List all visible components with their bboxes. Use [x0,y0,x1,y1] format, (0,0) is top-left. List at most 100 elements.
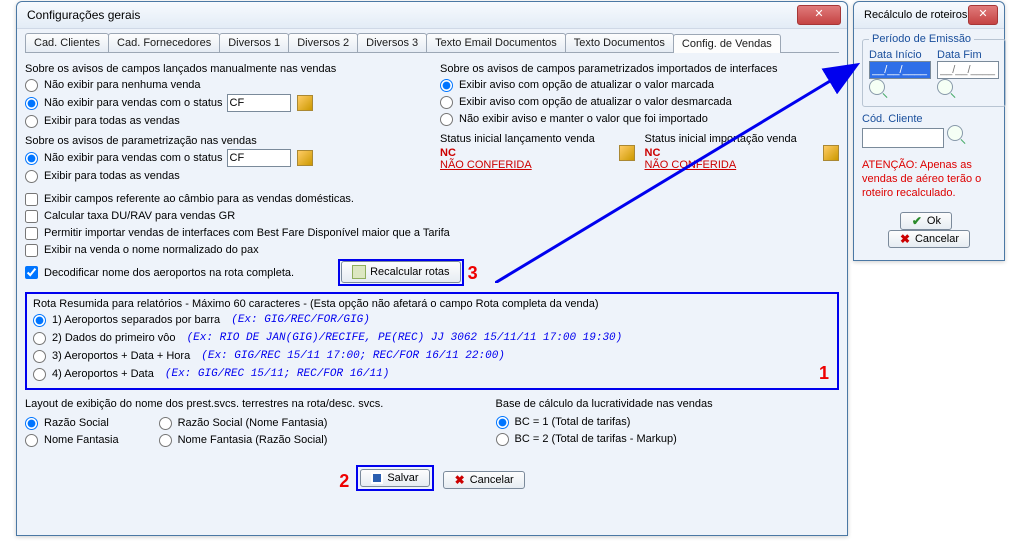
status-title: Status inicial lançamento venda [440,133,635,145]
tabs: Cad. Clientes Cad. Fornecedores Diversos… [25,33,839,53]
date-end-input[interactable] [937,61,999,79]
main-titlebar: Configurações gerais ✕ [17,2,847,29]
radio-base-1[interactable] [496,416,509,429]
close-icon[interactable]: ✕ [797,5,841,25]
edit-icon[interactable] [619,145,635,161]
refresh-icon [352,265,366,279]
date-start-input[interactable] [869,61,931,79]
annotation-2: 2 [339,471,349,491]
radio-base-2[interactable] [496,433,509,446]
search-icon[interactable] [937,79,953,95]
dialog-warning: ATENÇÃO: Apenas as vendas de aéreo terão… [862,158,996,200]
layout-opt-label: Nome Fantasia (Razão Social) [178,432,328,448]
radio-avisos-param-1[interactable] [25,152,38,165]
chk-label: Permitir importar vendas de interfaces c… [44,225,450,241]
radio-rota-2[interactable] [33,332,46,345]
cancel-label: Cancelar [470,474,514,486]
dialog-title: Recálculo de roteiros [864,9,968,21]
chk-label: Exibir campos referente ao câmbio para a… [44,191,354,207]
cancel-button[interactable]: ✖ Cancelar [443,471,525,489]
edit-icon[interactable] [297,95,313,111]
tab-config-vendas[interactable]: Config. de Vendas [673,34,781,53]
radio-interface-2[interactable] [440,96,453,109]
tab-diversos1[interactable]: Diversos 1 [219,33,289,52]
recalc-button[interactable]: Recalcular rotas [341,261,460,283]
avisos-manuais-title: Sobre os avisos de campos lançados manua… [25,63,424,75]
tab-email-docs[interactable]: Texto Email Documentos [426,33,566,52]
radio-avisos-manuais-1[interactable] [25,79,38,92]
status-title: Status inicial importação venda [645,133,840,145]
chk-pax-nome[interactable] [25,244,38,257]
status-importacao: Status inicial importação venda NC NÃO C… [645,133,840,171]
radio-label: Exibir para todas as vendas [44,168,180,184]
dialog-cancel-button[interactable]: ✖ Cancelar [888,230,970,248]
tab-diversos2[interactable]: Diversos 2 [288,33,358,52]
status-lancamento: Status inicial lançamento venda NC NÃO C… [440,133,635,171]
close-icon[interactable]: ✕ [968,5,998,25]
radio-label: Não exibir para vendas com o status [44,150,223,166]
highlight-3: Recalcular rotas [338,259,463,286]
rota-opt1-ex: (Ex: GIG/REC/FOR/GIG) [231,312,370,328]
radio-layout-1[interactable] [25,417,38,430]
tab-cad-clientes[interactable]: Cad. Clientes [25,33,109,52]
rota-opt2: 2) Dados do primeiro vôo [52,330,176,346]
periodo-fieldset: Período de Emissão Data Início Data Fim [862,33,1006,107]
search-icon[interactable] [869,79,885,95]
tab-texto-docs[interactable]: Texto Documentos [565,33,674,52]
status-code: NC [440,147,456,159]
radio-label: Não exibir aviso e manter o valor que fo… [459,111,708,127]
date-end-label: Data Fim [937,49,999,61]
edit-icon[interactable] [297,150,313,166]
status-input-2[interactable] [227,149,291,167]
rota-opt2-ex: (Ex: RIO DE JAN(GIG)/RECIFE, PE(REC) JJ … [187,330,623,346]
annotation-1: 1 [819,363,829,384]
tab-cad-fornecedores[interactable]: Cad. Fornecedores [108,33,220,52]
radio-avisos-manuais-3[interactable] [25,115,38,128]
chk-du-rav[interactable] [25,210,38,223]
base-title: Base de cálculo da lucratividade nas ven… [496,398,839,410]
rota-opt1: 1) Aeroportos separados por barra [52,312,220,328]
radio-layout-3[interactable] [159,417,172,430]
radio-rota-1[interactable] [33,314,46,327]
main-title: Configurações gerais [27,8,797,22]
radio-rota-3[interactable] [33,350,46,363]
radio-layout-4[interactable] [159,434,172,447]
ok-label: Ok [927,215,941,227]
status-input-1[interactable] [227,94,291,112]
edit-icon[interactable] [823,145,839,161]
avisos-param-title: Sobre os avisos de parametrização nas ve… [25,135,424,147]
rota-section: Rota Resumida para relatórios - Máximo 6… [25,292,839,390]
search-icon[interactable] [947,125,963,141]
radio-avisos-param-2[interactable] [25,170,38,183]
highlight-2: Salvar [356,465,433,491]
tab-diversos3[interactable]: Diversos 3 [357,33,427,52]
avisos-interface-title: Sobre os avisos de campos parametrizados… [440,63,839,75]
radio-avisos-manuais-2[interactable] [25,97,38,110]
radio-layout-2[interactable] [25,434,38,447]
radio-rota-4[interactable] [33,368,46,381]
layout-opt-label: Razão Social [44,415,109,431]
layout-opt-label: Razão Social (Nome Fantasia) [178,415,328,431]
radio-label: Não exibir para vendas com o status [44,95,223,111]
recalc-dialog: Recálculo de roteiros ✕ Período de Emiss… [853,1,1005,261]
chk-label: Decodificar nome dos aeroportos na rota … [44,265,294,281]
chk-decodificar[interactable] [25,266,38,279]
chk-label: Exibir na venda o nome normalizado do pa… [44,242,259,258]
client-input[interactable] [862,128,944,148]
status-desc: NÃO CONFERIDA [645,159,737,171]
cancel-label: Cancelar [915,233,959,245]
radio-label: Exibir aviso com opção de atualizar o va… [459,94,732,110]
rota-opt3: 3) Aeroportos + Data + Hora [52,348,190,364]
chk-cambio[interactable] [25,193,38,206]
status-desc: NÃO CONFERIDA [440,159,532,171]
rota-opt3-ex: (Ex: GIG/REC 15/11 17:00; REC/FOR 16/11 … [201,348,505,364]
radio-interface-3[interactable] [440,113,453,126]
base-opt-label: BC = 2 (Total de tarifas - Markup) [515,431,677,447]
radio-interface-1[interactable] [440,79,453,92]
chk-bestfare[interactable] [25,227,38,240]
layout-opt-label: Nome Fantasia [44,432,119,448]
ok-button[interactable]: ✔ Ok [900,212,952,230]
date-start-label: Data Início [869,49,931,61]
save-button[interactable]: Salvar [360,469,429,487]
save-icon [371,472,383,484]
